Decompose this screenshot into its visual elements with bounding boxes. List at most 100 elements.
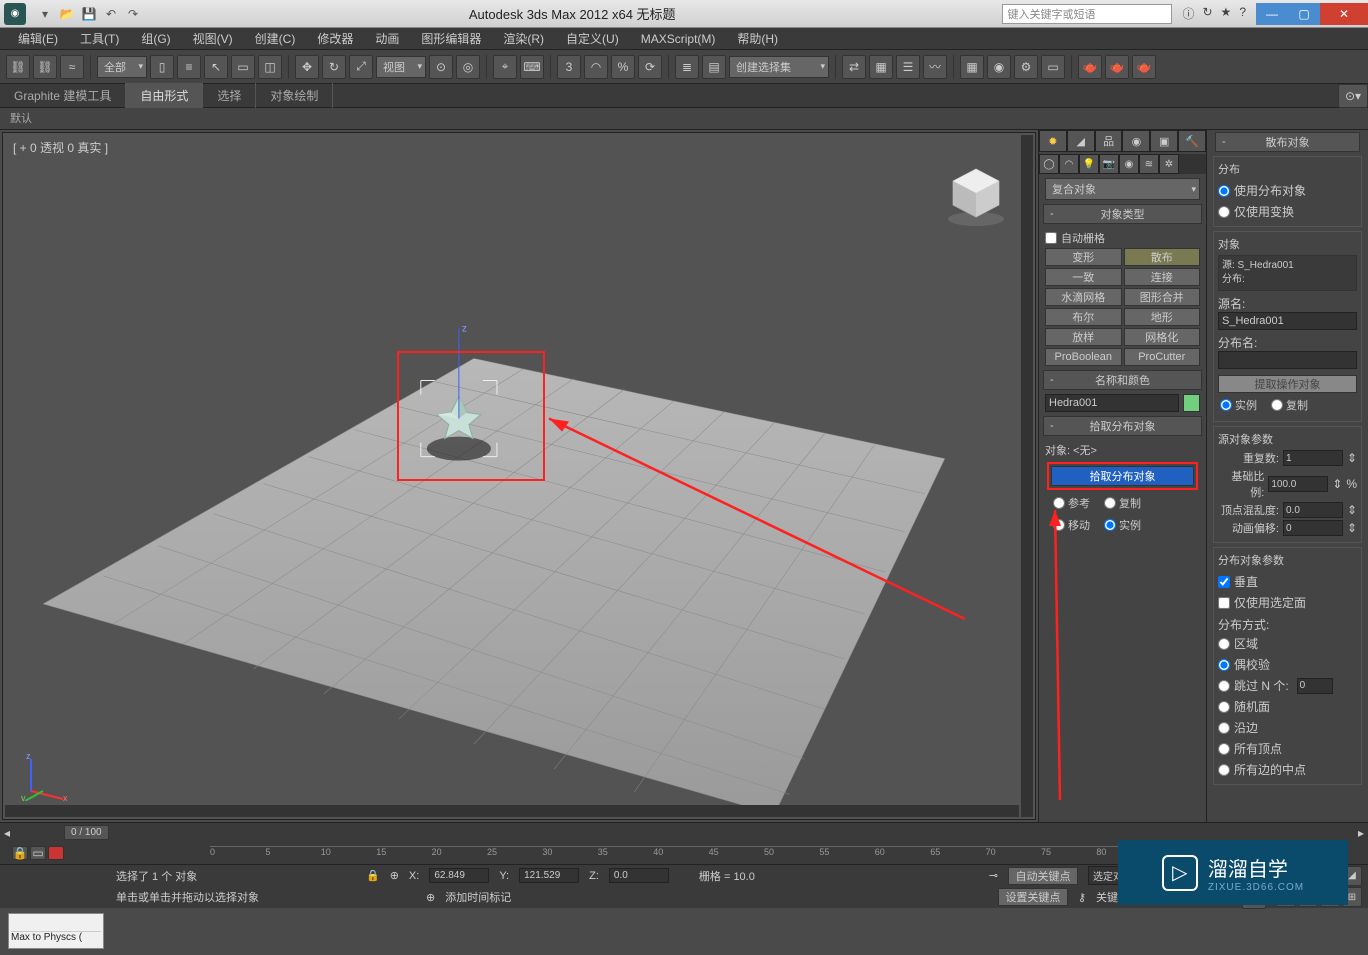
menu-create[interactable]: 创建(C) (245, 28, 306, 49)
qat-save-icon[interactable]: 💾 (80, 5, 98, 23)
qat-redo-icon[interactable]: ↷ (124, 5, 142, 23)
sub-geom-icon[interactable]: ◯ (1039, 154, 1059, 174)
time-tag-label[interactable]: 添加时间标记 (445, 889, 511, 905)
search-box[interactable]: 键入关键字或短语 (1002, 4, 1172, 24)
type-morph[interactable]: 变形 (1045, 248, 1122, 266)
maximize-button[interactable]: ▢ (1288, 3, 1320, 25)
qat-undo-icon[interactable]: ↶ (102, 5, 120, 23)
radio-copy[interactable]: 复制 (1104, 495, 1141, 511)
menu-view[interactable]: 视图(V) (183, 28, 243, 49)
radio-move[interactable]: 移动 (1053, 517, 1090, 533)
duplicates-spinner[interactable]: 1 (1283, 450, 1343, 466)
sub-system-icon[interactable]: ✲ (1159, 154, 1179, 174)
z-coord[interactable]: 0.0 (609, 868, 669, 883)
x-coord[interactable]: 62.849 (429, 868, 489, 883)
name-color-header[interactable]: 名称和颜色 (1043, 370, 1202, 390)
help-icon[interactable]: ? (1239, 5, 1246, 22)
ribbon-toggle-icon[interactable]: ⊙▾ (1338, 84, 1368, 108)
menu-graph[interactable]: 图形编辑器 (411, 28, 491, 49)
bind-icon[interactable]: ≈ (60, 55, 84, 79)
snap3-icon[interactable]: 3 (557, 55, 581, 79)
menu-custom[interactable]: 自定义(U) (556, 28, 629, 49)
type-procutter[interactable]: ProCutter (1124, 348, 1201, 366)
render-frame-icon[interactable]: ▭ (1041, 55, 1065, 79)
type-blobmesh[interactable]: 水滴网格 (1045, 288, 1122, 306)
scatter-obj-header[interactable]: 散布对象 (1215, 132, 1360, 152)
method-edge[interactable]: 沿边 (1218, 717, 1357, 738)
object-name-input[interactable] (1045, 394, 1179, 412)
radio-use-xform[interactable]: 仅使用变换 (1218, 201, 1357, 222)
prod-render-icon[interactable]: 🫖 (1132, 55, 1156, 79)
star-icon[interactable]: ★ (1221, 5, 1232, 22)
frame-indicator[interactable]: 0 / 100 (64, 825, 109, 840)
method-verts[interactable]: 所有顶点 (1218, 738, 1357, 759)
quick-render-icon[interactable]: 🫖 (1105, 55, 1129, 79)
radio-op-instance[interactable]: 实例 (1220, 397, 1257, 413)
type-connect[interactable]: 连接 (1124, 268, 1201, 286)
type-terrain[interactable]: 地形 (1124, 308, 1201, 326)
material-icon[interactable]: ◉ (987, 55, 1011, 79)
object-type-header[interactable]: 对象类型 (1043, 204, 1202, 224)
method-even[interactable]: 偶校验 (1218, 654, 1357, 675)
track-range-icon[interactable] (48, 846, 64, 860)
menu-script[interactable]: MAXScript(M) (631, 30, 726, 48)
type-shapemerge[interactable]: 图形合并 (1124, 288, 1201, 306)
anim-offset-spinner[interactable]: 0 (1283, 520, 1343, 536)
qat-open-icon[interactable]: 📂 (58, 5, 76, 23)
snap-icon[interactable]: ⌖ (493, 55, 517, 79)
align-icon[interactable]: ▦ (869, 55, 893, 79)
sub-helper-icon[interactable]: ◉ (1119, 154, 1139, 174)
src-name-input[interactable] (1218, 312, 1357, 330)
scale-icon[interactable]: ⤢ (349, 55, 373, 79)
sub-space-icon[interactable]: ≋ (1139, 154, 1159, 174)
menu-tools[interactable]: 工具(T) (70, 28, 129, 49)
tab-hierarchy-icon[interactable]: 品 (1095, 130, 1123, 152)
sub-light-icon[interactable]: 💡 (1079, 154, 1099, 174)
ref-coord-combo[interactable]: 视图 (376, 56, 426, 78)
tab-display-icon[interactable]: ▣ (1150, 130, 1178, 152)
pick-dist-header[interactable]: 拾取分布对象 (1043, 416, 1202, 436)
layers-icon[interactable]: ☰ (896, 55, 920, 79)
sub-camera-icon[interactable]: 📷 (1099, 154, 1119, 174)
type-boolean[interactable]: 布尔 (1045, 308, 1122, 326)
selected-faces-check[interactable]: 仅使用选定面 (1218, 592, 1357, 613)
ribbon-tab-select[interactable]: 选择 (203, 83, 256, 108)
time-slider[interactable]: ◂ 0 / 100 ▸ (0, 822, 1368, 842)
menu-render[interactable]: 渲染(R) (493, 28, 554, 49)
radio-op-copy[interactable]: 复制 (1271, 397, 1308, 413)
method-random[interactable]: 随机面 (1218, 696, 1357, 717)
curve-ed-icon[interactable]: 〰 (923, 55, 947, 79)
scale-spinner[interactable]: 100.0 (1268, 476, 1328, 492)
viewport-hscroll[interactable] (5, 805, 1019, 817)
radio-instance[interactable]: 实例 (1104, 517, 1141, 533)
menu-anim[interactable]: 动画 (365, 28, 409, 49)
menu-group[interactable]: 组(G) (131, 28, 180, 49)
menu-edit[interactable]: 编辑(E) (8, 28, 68, 49)
dist-name-input[interactable] (1218, 351, 1357, 369)
method-area[interactable]: 区域 (1218, 633, 1357, 654)
ribbon-tab-paint[interactable]: 对象绘制 (256, 83, 333, 108)
lock-icon[interactable]: 🔒 (366, 869, 380, 882)
key-filter-icon[interactable]: ⚷ (1078, 891, 1086, 904)
track-key-icon[interactable]: ▭ (30, 846, 46, 860)
region-rect-icon[interactable]: ▭ (231, 55, 255, 79)
link-icon[interactable]: ⛓ (6, 55, 30, 79)
auto-grid-check[interactable]: 自动栅格 (1045, 228, 1200, 248)
ribbon-tab-graphite[interactable]: Graphite 建模工具 (0, 83, 126, 108)
radio-reference[interactable]: 参考 (1053, 495, 1090, 511)
spinner-snap-icon[interactable]: ⟳ (638, 55, 662, 79)
type-conform[interactable]: 一致 (1045, 268, 1122, 286)
viewport[interactable]: [ + 0 透视 0 真实 ] (2, 132, 1036, 820)
schematic-icon[interactable]: ▦ (960, 55, 984, 79)
unlink-icon[interactable]: ⛓ (33, 55, 57, 79)
autokey-button[interactable]: 自动关键点 (1008, 867, 1078, 885)
angle-snap-icon[interactable]: ◠ (584, 55, 608, 79)
time-tag-icon[interactable]: ⊕ (426, 891, 435, 904)
info-icon[interactable]: ⓘ (1182, 5, 1194, 22)
viewport-vscroll[interactable] (1021, 135, 1033, 817)
track-lock-icon[interactable]: 🔒 (12, 846, 28, 860)
method-edgemid[interactable]: 所有边的中点 (1218, 759, 1357, 780)
type-proboolean[interactable]: ProBoolean (1045, 348, 1122, 366)
pick-dist-button[interactable]: 拾取分布对象 (1051, 466, 1194, 486)
keyboard-icon[interactable]: ⌨ (520, 55, 544, 79)
